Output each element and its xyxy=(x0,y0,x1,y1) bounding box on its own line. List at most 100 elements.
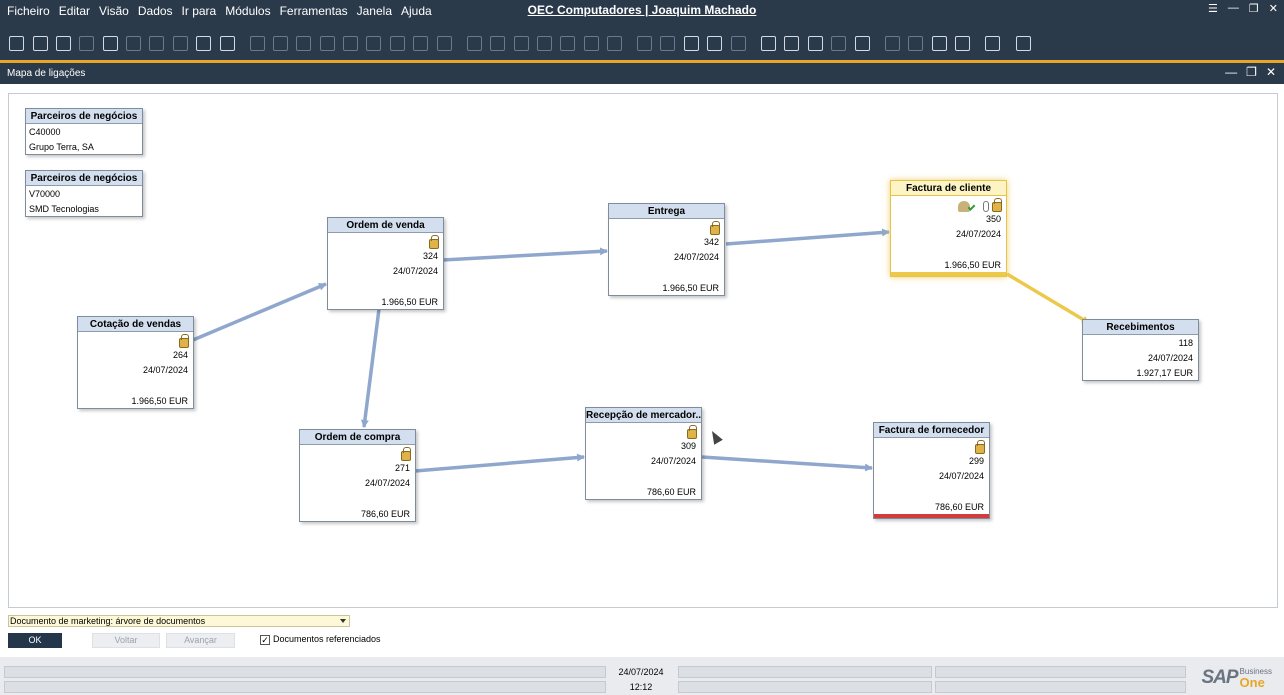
lock-icon xyxy=(179,334,189,348)
email-icon[interactable] xyxy=(79,36,94,51)
layout-designer-icon[interactable] xyxy=(908,36,923,51)
gross-profit-icon[interactable] xyxy=(560,36,575,51)
lock-screen-icon[interactable] xyxy=(831,36,846,51)
doc-date: 24/07/2024 xyxy=(392,266,438,276)
status-date: 24/07/2024 xyxy=(618,667,664,677)
document-status-bar xyxy=(874,514,989,518)
link-order-to-delivery xyxy=(442,247,608,262)
menu-ferramentas[interactable]: Ferramentas xyxy=(280,4,348,18)
menu-visao[interactable]: Visão xyxy=(99,4,129,18)
menu-ir-para[interactable]: Ir para xyxy=(182,4,217,18)
print-preview-icon[interactable] xyxy=(9,36,24,51)
chevron-down-icon[interactable] xyxy=(340,619,346,623)
menu-editar[interactable]: Editar xyxy=(59,4,90,18)
word-icon[interactable] xyxy=(149,36,164,51)
doc-node-delivery[interactable]: Entrega 342 24/07/2024 1.966,50 EUR xyxy=(608,203,725,296)
logo-business-one: Business One xyxy=(1240,667,1272,689)
doc-node-sales-quotation[interactable]: Cotação de vendas 264 24/07/2024 1.966,5… xyxy=(77,316,194,409)
find-icon[interactable] xyxy=(250,36,265,51)
document-tree-select[interactable]: Documento de marketing: árvore de docume… xyxy=(8,615,350,627)
back-button[interactable]: Voltar xyxy=(92,633,160,648)
restore-window-icon[interactable]: ❐ xyxy=(1246,65,1257,79)
pdf-icon[interactable] xyxy=(173,36,188,51)
messages-icon[interactable] xyxy=(707,36,722,51)
export-icon[interactable] xyxy=(932,36,947,51)
partner-code: V70000 xyxy=(29,189,61,199)
doc-node-sales-order[interactable]: Ordem de venda 324 24/07/2024 1.966,50 E… xyxy=(327,217,444,310)
close-window-icon[interactable]: ✕ xyxy=(1266,65,1276,79)
target-document-icon[interactable] xyxy=(490,36,505,51)
journal-entry-icon[interactable] xyxy=(514,36,529,51)
user-icon[interactable] xyxy=(855,36,870,51)
print-icon[interactable] xyxy=(33,36,48,51)
business-partner-card-customer[interactable]: Parceiros de negócios C40000 Grupo Terra… xyxy=(25,108,143,155)
node-title: Parceiros de negócios xyxy=(26,171,142,186)
activity-icon[interactable] xyxy=(761,36,776,51)
approval-icon[interactable] xyxy=(660,36,675,51)
menu-ficheiro[interactable]: Ficheiro xyxy=(7,4,50,18)
doc-number: 271 xyxy=(394,463,410,473)
logo-one: One xyxy=(1239,675,1265,690)
sort-icon[interactable] xyxy=(437,36,452,51)
filter-icon[interactable] xyxy=(413,36,428,51)
sap-business-one-logo: SAP Business One xyxy=(1201,667,1272,689)
open-lock-icon xyxy=(975,440,985,454)
next-record-icon[interactable] xyxy=(343,36,358,51)
help-icon[interactable] xyxy=(1016,36,1031,51)
first-record-icon[interactable] xyxy=(296,36,311,51)
settings-menu-icon[interactable]: ☰ xyxy=(1208,2,1218,15)
doc-node-goods-receipt[interactable]: Recepção de mercador... 309 24/07/2024 7… xyxy=(585,407,702,500)
payment-means-icon[interactable] xyxy=(537,36,552,51)
relationship-map-canvas[interactable]: Parceiros de negócios C40000 Grupo Terra… xyxy=(8,93,1278,608)
menu-modulos[interactable]: Módulos xyxy=(225,4,270,18)
sms-icon[interactable] xyxy=(103,36,118,51)
doc-number: 264 xyxy=(172,350,188,360)
excel-icon[interactable] xyxy=(126,36,141,51)
refresh-icon[interactable] xyxy=(390,36,405,51)
calculator-icon[interactable] xyxy=(808,36,823,51)
base-document-icon[interactable] xyxy=(467,36,482,51)
doc-node-purchase-order[interactable]: Ordem de compra 271 24/07/2024 786,60 EU… xyxy=(299,429,416,522)
menu-ajuda[interactable]: Ajuda xyxy=(401,4,432,18)
doc-node-customer-invoice[interactable]: Factura de cliente 350 24/07/2024 1.966,… xyxy=(890,180,1007,277)
change-log-icon[interactable] xyxy=(885,36,900,51)
window-title-bar: Mapa de ligações — ❐ ✕ xyxy=(0,63,1284,84)
print-layout-icon[interactable] xyxy=(56,36,71,51)
web-icon[interactable] xyxy=(985,36,1000,51)
business-partner-card-vendor[interactable]: Parceiros de negócios V70000 SMD Tecnolo… xyxy=(25,170,143,217)
volume-weight-icon[interactable] xyxy=(584,36,599,51)
referenced-documents-checkbox[interactable]: ✓ xyxy=(260,635,270,645)
query-icon[interactable] xyxy=(955,36,970,51)
forward-button[interactable]: Avançar xyxy=(166,633,235,648)
minimize-app-icon[interactable]: — xyxy=(1228,2,1239,15)
main-menu: Ficheiro Editar Visão Dados Ir para Módu… xyxy=(7,4,441,18)
edit-icon[interactable] xyxy=(637,36,652,51)
toolbar xyxy=(0,22,1284,60)
form-settings-icon[interactable] xyxy=(220,36,235,51)
restore-app-icon[interactable]: ❐ xyxy=(1249,2,1259,15)
menu-dados[interactable]: Dados xyxy=(138,4,173,18)
minimize-window-icon[interactable]: — xyxy=(1225,65,1237,79)
alerts-icon[interactable] xyxy=(731,36,746,51)
doc-node-incoming-payment[interactable]: Recebimentos 118 24/07/2024 1.927,17 EUR xyxy=(1082,319,1199,381)
doc-amount: 1.966,50 EUR xyxy=(131,396,188,406)
doc-amount: 1.966,50 EUR xyxy=(662,283,719,293)
last-record-icon[interactable] xyxy=(366,36,381,51)
doc-amount: 786,60 EUR xyxy=(646,487,696,497)
partner-name: SMD Tecnologias xyxy=(29,204,99,214)
doc-node-vendor-invoice[interactable]: Factura de fornecedor 299 24/07/2024 786… xyxy=(873,422,990,519)
close-app-icon[interactable]: ✕ xyxy=(1269,2,1278,15)
previous-record-icon[interactable] xyxy=(320,36,335,51)
doc-date: 24/07/2024 xyxy=(650,456,696,466)
document-settings-icon[interactable] xyxy=(684,36,699,51)
app-title[interactable]: OEC Computadores | Joaquim Machado xyxy=(528,3,757,17)
lock-icon xyxy=(429,235,439,249)
doc-number: 118 xyxy=(1178,338,1193,348)
add-icon[interactable] xyxy=(273,36,288,51)
move-icon[interactable] xyxy=(196,36,211,51)
relationship-map-icon[interactable] xyxy=(607,36,622,51)
calendar-icon[interactable] xyxy=(784,36,799,51)
app-window-controls: ☰ — ❐ ✕ xyxy=(1208,2,1278,15)
ok-button[interactable]: OK xyxy=(8,633,62,648)
menu-janela[interactable]: Janela xyxy=(357,4,392,18)
